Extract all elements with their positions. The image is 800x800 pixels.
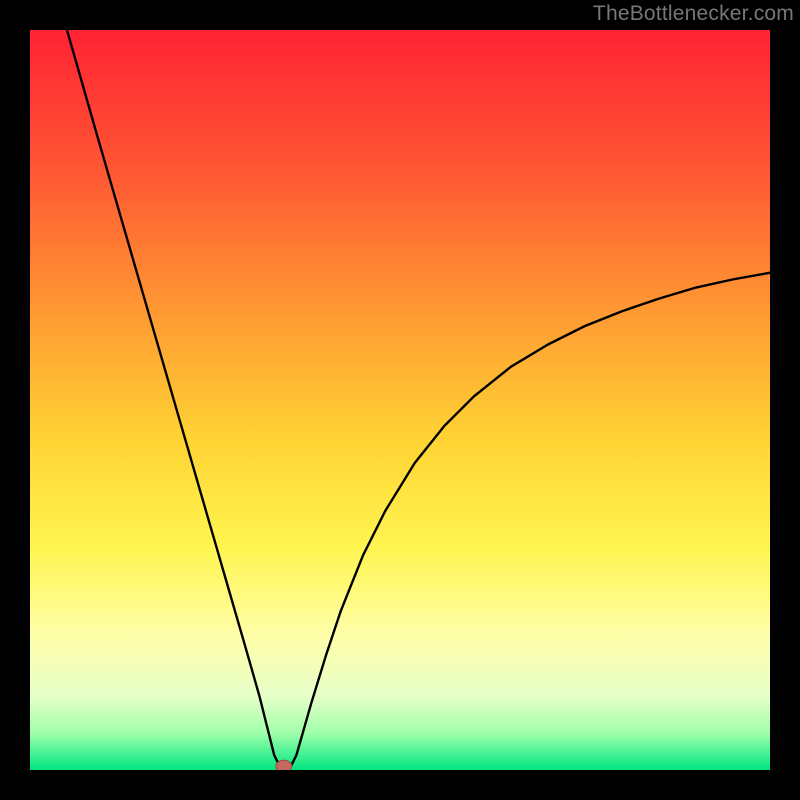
watermark-text: TheBottleneсker.com [593, 2, 794, 26]
optimal-point-marker [276, 760, 292, 772]
chart-frame: { "watermark": "TheBottleneсker.com", "c… [0, 0, 800, 800]
bottleneck-chart [0, 0, 800, 800]
plot-background [30, 30, 770, 770]
